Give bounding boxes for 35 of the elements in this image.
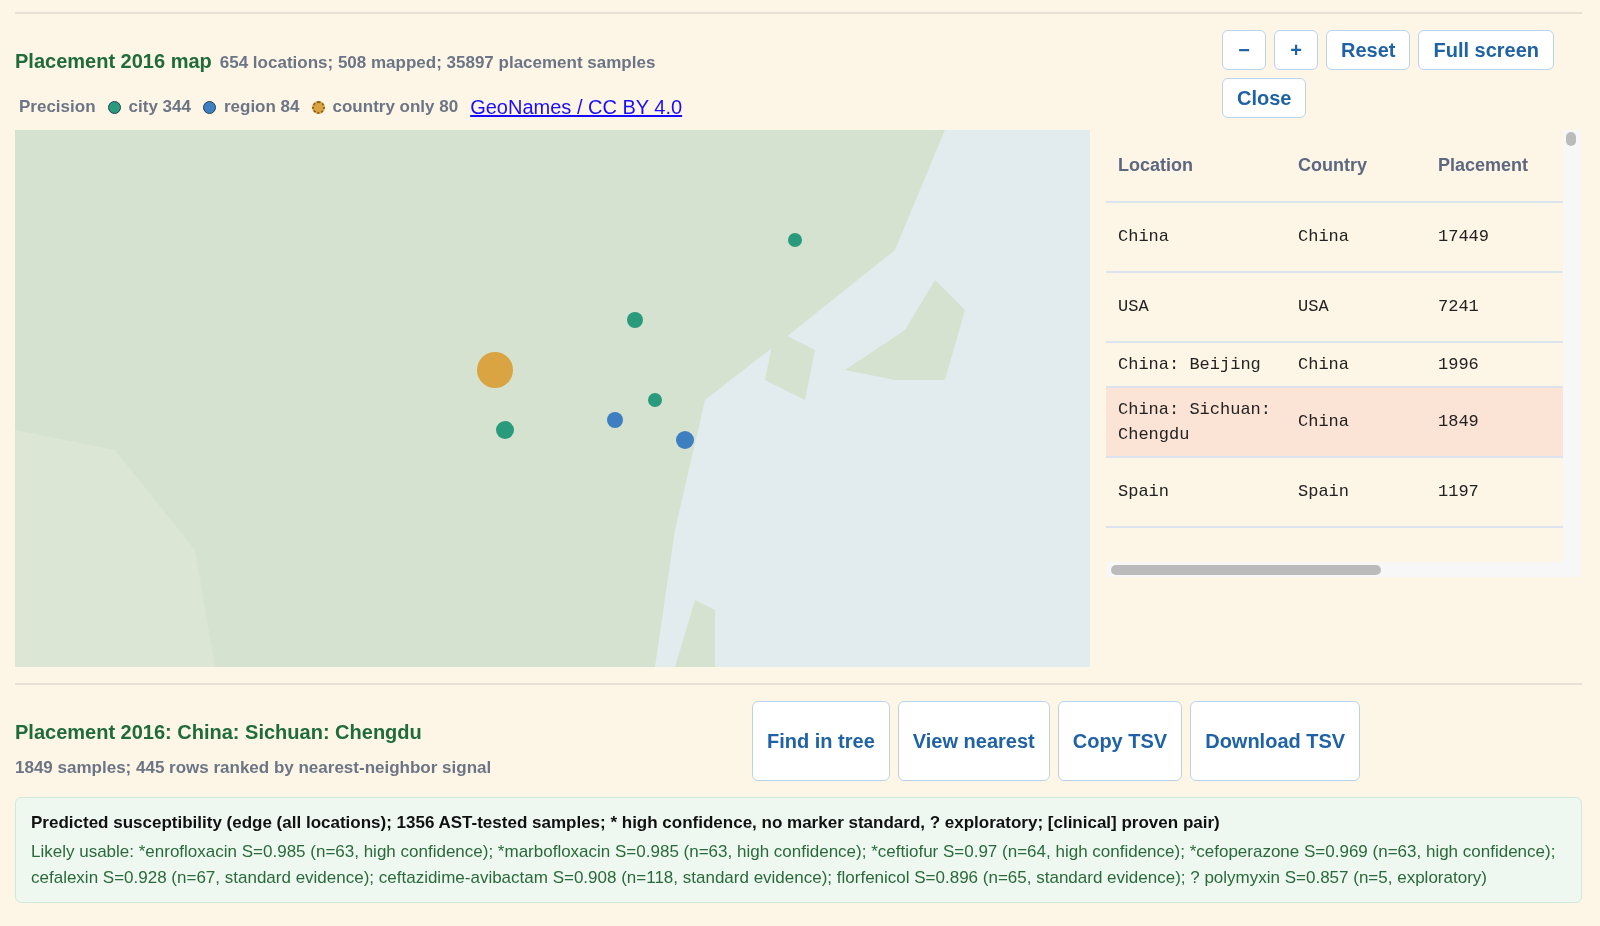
legend-label: country only 80	[332, 96, 459, 119]
column-header: Location	[1106, 130, 1286, 202]
legend-label: region 84	[223, 96, 300, 119]
action-button[interactable]: View nearest	[897, 701, 1050, 781]
action-button[interactable]: Download TSV	[1190, 701, 1361, 781]
map-control-button[interactable]: +	[1274, 30, 1318, 70]
prediction-heading: Predicted susceptibility (edge (all locations); 1356 AST-tested samples; * high confidence, no marker standard, ? exploratory; [clinical] proven pair)	[31, 811, 1221, 834]
table-cell: China	[1106, 202, 1286, 272]
map-control-button[interactable]: Reset	[1326, 30, 1411, 70]
scrollbar-thumb[interactable]	[1111, 565, 1381, 575]
table-cell: USA	[1286, 272, 1426, 342]
prediction-text: Likely usable: *enrofloxacin S=0.985 (n=63, high confidence); *marbofloxacin S=0.985 (n=63, high confidence); *ceftiofur S=0.97 (n=64, high confidence); *cefoperazone S=0.969 (n=63, high confidence); cefalexin S=0.928 (n=67, standard evidence); ceftazidime-avibactam S=0.908 (n=118, standard evidence); florfenicol S=0.896 (n=65, standard evidence); ? polymyxin S=0.857 (n=5, exploratory)	[31, 841, 1557, 889]
table-cell: China	[1286, 202, 1426, 272]
map-control-button[interactable]: −	[1222, 30, 1266, 70]
table-cell: China	[1286, 387, 1426, 457]
scrollbar[interactable]	[1106, 562, 1563, 577]
action-button[interactable]: Copy TSV	[1057, 701, 1183, 781]
table-cell: China: Sichuan: Chengdu	[1106, 387, 1286, 457]
map-control-button[interactable]: Full screen	[1418, 30, 1555, 70]
action-button[interactable]: Find in tree	[752, 701, 890, 781]
map-title: Placement 2016 map	[15, 49, 212, 74]
attribution-link[interactable]: GeoNames / CC BY 4.0	[470, 92, 683, 122]
precision-label: Precision	[19, 96, 96, 119]
legend-label: city 344	[128, 96, 191, 119]
table-cell: USA	[1106, 272, 1286, 342]
map-summary: 654 locations; 508 mapped; 35897 placement samples	[219, 52, 656, 74]
detail-title: Placement 2016: China: Sichuan: Chengdu	[15, 720, 423, 745]
scrollbar-thumb[interactable]	[1566, 132, 1576, 146]
map-control-button[interactable]: Close	[1222, 78, 1307, 118]
table-row[interactable]: China: Sichuan: Chengdu China 1849	[1106, 387, 1581, 457]
column-header: Country	[1286, 130, 1426, 202]
detail-summary: 1849 samples; 445 rows ranked by nearest-neighbor signal	[15, 757, 492, 779]
scrollbar[interactable]	[1563, 130, 1581, 577]
table-cell: Spain	[1106, 457, 1286, 527]
table-cell: Spain	[1286, 457, 1426, 527]
